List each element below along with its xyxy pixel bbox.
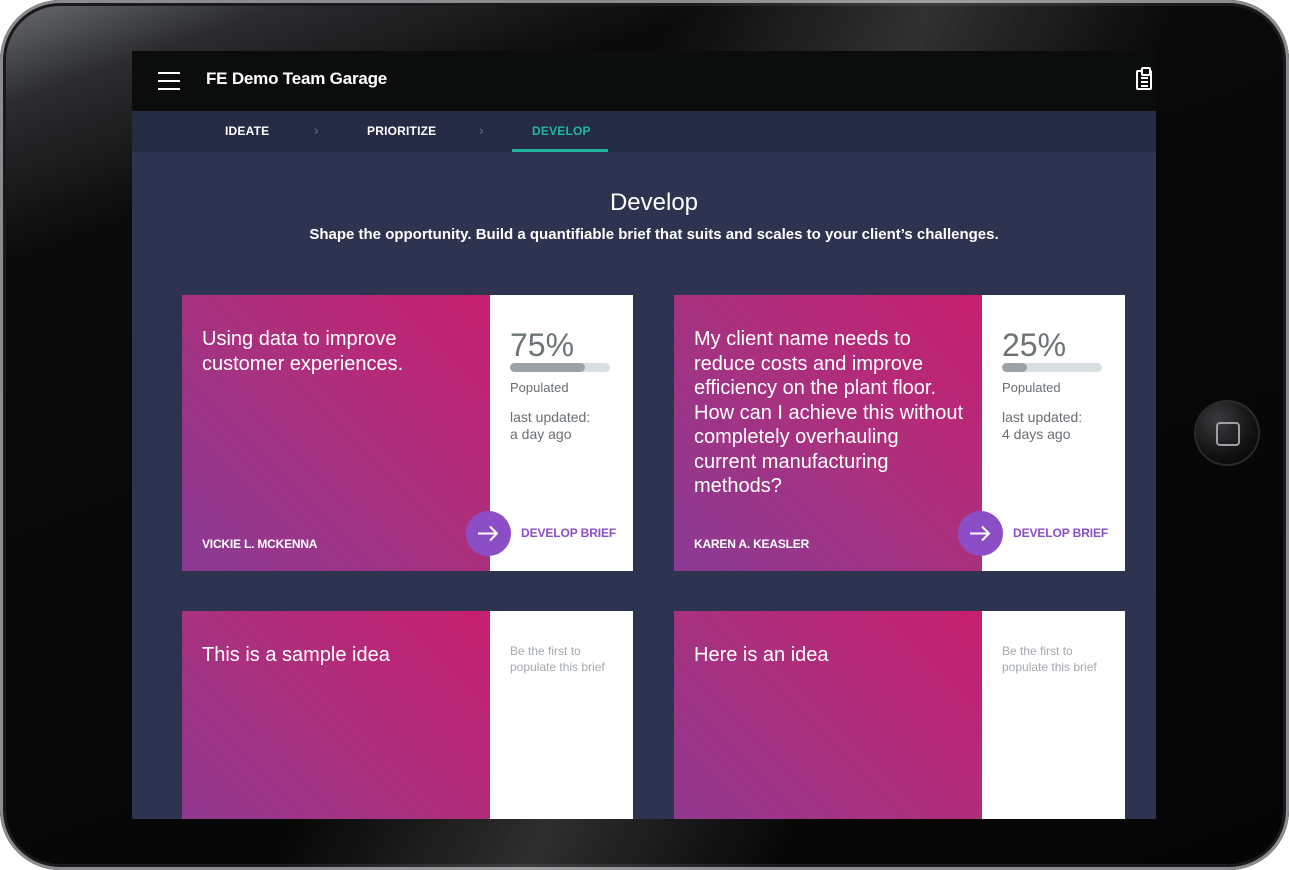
chevron-right-icon: ›: [479, 122, 484, 138]
progress-bar: [510, 363, 610, 372]
page-subtitle: Shape the opportunity. Build a quantifia…: [309, 226, 999, 243]
progress-bar-fill: [510, 363, 585, 372]
last-updated: last updated: 4 days ago: [1002, 409, 1117, 443]
home-button[interactable]: [1196, 402, 1258, 464]
idea-card[interactable]: My client name needs to reduce costs and…: [674, 295, 1125, 571]
top-app-bar: FE Demo Team Garage: [132, 51, 1156, 111]
develop-brief-arrow-button[interactable]: [958, 511, 1003, 556]
tablet-device-frame: FE Demo Team Garage IDEATE › PRIORITIZE …: [0, 0, 1289, 870]
idea-text: Using data to improve customer experienc…: [202, 328, 404, 375]
app-title: FE Demo Team Garage: [206, 69, 388, 88]
idea-card[interactable]: This is a sample idea Be the first to po…: [182, 611, 633, 819]
idea-text: This is a sample idea: [202, 644, 390, 666]
empty-brief-note: Be the first to populate this brief: [1002, 644, 1097, 674]
idea-card[interactable]: Here is an idea Be the first to populate…: [674, 611, 1125, 819]
empty-brief-note: Be the first to populate this brief: [510, 644, 605, 674]
populated-label: Populated: [510, 380, 569, 395]
brief-status-panel: Be the first to populate this brief: [490, 611, 633, 819]
progress-bar: [1002, 363, 1102, 372]
page-title: Develop: [609, 189, 699, 216]
progress-bar-fill: [1002, 363, 1027, 372]
step-navigation: IDEATE › PRIORITIZE › DEVELOP: [132, 111, 1156, 152]
arrow-right-icon: [478, 525, 499, 542]
idea-card-banner: Using data to improve customer experienc…: [182, 295, 490, 571]
brief-status-panel: Be the first to populate this brief: [982, 611, 1125, 819]
develop-brief-link[interactable]: DEVELOP BRIEF: [521, 526, 616, 540]
last-updated-label: last updated:: [510, 409, 591, 425]
tab-develop[interactable]: DEVELOP: [532, 124, 591, 138]
idea-card-banner: My client name needs to reduce costs and…: [674, 295, 982, 571]
idea-card-banner: This is a sample idea: [182, 611, 490, 819]
chevron-right-icon: ›: [314, 122, 319, 138]
populated-label: Populated: [1002, 380, 1061, 395]
idea-card[interactable]: Using data to improve customer experienc…: [182, 295, 633, 571]
arrow-right-icon: [970, 525, 991, 542]
idea-text: My client name needs to reduce costs and…: [694, 328, 964, 497]
last-updated-value: 4 days ago: [1002, 426, 1071, 442]
clipboard-icon[interactable]: [1136, 67, 1152, 90]
hamburger-menu-icon[interactable]: [158, 72, 180, 90]
idea-author: VICKIE L. MCKENNA: [202, 537, 318, 551]
develop-brief-link[interactable]: DEVELOP BRIEF: [1013, 526, 1108, 540]
tab-ideate[interactable]: IDEATE: [225, 124, 269, 138]
idea-text: Here is an idea: [694, 644, 829, 666]
idea-author: KAREN A. KEASLER: [694, 537, 810, 551]
home-button-icon: [1216, 422, 1240, 446]
last-updated: last updated: a day ago: [510, 409, 625, 443]
idea-card-banner: Here is an idea: [674, 611, 982, 819]
last-updated-label: last updated:: [1002, 409, 1083, 425]
populated-percent: 25%: [1002, 327, 1067, 363]
last-updated-value: a day ago: [510, 426, 572, 442]
tab-prioritize[interactable]: PRIORITIZE: [367, 124, 436, 138]
populated-percent: 75%: [510, 327, 575, 363]
develop-brief-arrow-button[interactable]: [466, 511, 511, 556]
app-screen: FE Demo Team Garage IDEATE › PRIORITIZE …: [132, 51, 1156, 819]
active-tab-indicator: [512, 149, 608, 152]
